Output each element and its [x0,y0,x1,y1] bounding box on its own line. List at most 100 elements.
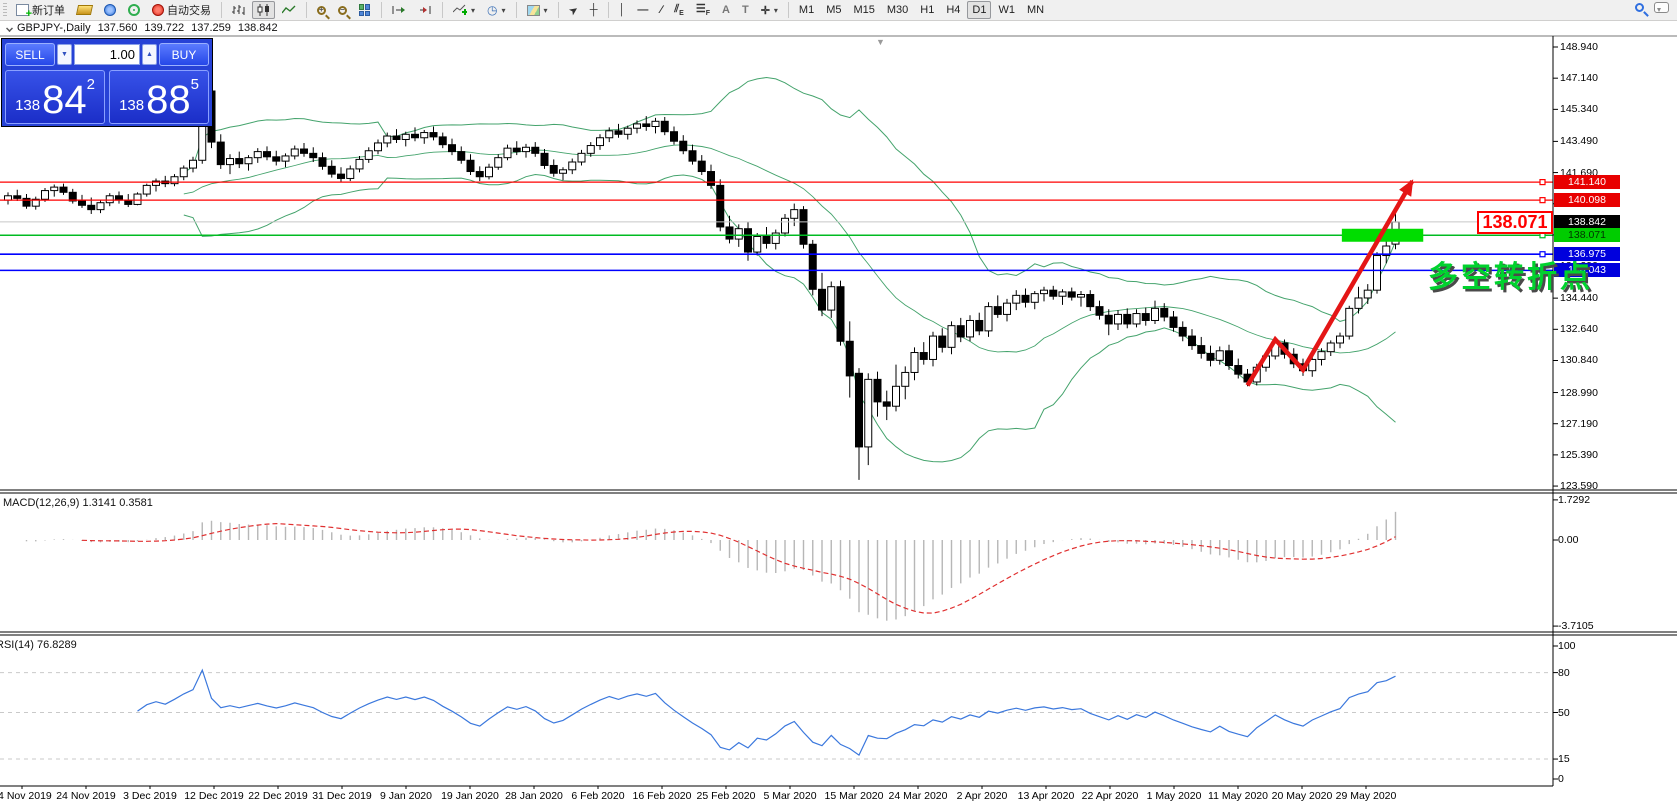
line-chart-button[interactable] [277,1,301,19]
periods-button[interactable]: ◷ ▾ [482,1,511,19]
toolbar-separator [558,2,559,18]
vertical-line-icon: │ [619,4,626,16]
add-indicator-button[interactable]: ▾ [448,1,480,19]
close-value: 138.842 [238,22,278,34]
rsi-scale-label: 0 [1558,773,1564,785]
macd-label: MACD(12,26,9) 1.3141 0.3581 [3,497,153,509]
timeframe-button-m15[interactable]: M15 [848,1,879,19]
text-label-icon: T [742,4,749,16]
toolbar-separator [516,2,517,18]
timeframe-button-h1[interactable]: H1 [915,1,939,19]
timeframe-button-m5[interactable]: M5 [821,1,846,19]
gold-icon [76,5,93,15]
new-order-label: 新订单 [32,2,65,18]
crosshair-button[interactable]: ┼ [585,1,603,19]
templates-button[interactable]: ▾ [522,1,553,19]
text-label-button[interactable]: T [737,1,754,19]
zoom-in-button[interactable]: + [312,1,331,19]
equidistant-channel-button[interactable]: ⫽E [669,1,689,19]
community-button[interactable] [99,1,121,19]
trendline-button[interactable]: ∕ [655,1,667,19]
timeframe-button-h4[interactable]: H4 [941,1,965,19]
signals-button[interactable] [123,1,145,19]
candlestick-chart-icon [257,4,270,16]
autotrading-icon [152,4,164,16]
price-tick-label: 128.990 [1560,387,1598,399]
crosshair-icon: ┼ [590,4,598,16]
symbol-period: GBPJPY-,Daily [17,22,91,34]
autotrading-button[interactable]: 自动交易 [147,1,216,19]
buy-price-display[interactable]: 138885 [109,70,209,124]
rsi-label: RSI(14) 76.8289 [0,639,77,651]
bar-chart-button[interactable] [227,1,250,19]
periods-icon: ◷ [487,4,497,16]
scroll-position-marker: ▼ [876,37,885,47]
price-tick-label: 123.590 [1560,480,1598,492]
toolbar-separator [381,2,382,18]
cursor-button[interactable]: ➤ [564,1,583,19]
price-tick-label: 147.140 [1560,72,1598,84]
new-order-icon [16,4,29,16]
rsi-scale-label: 100 [1558,640,1576,652]
timeframe-button-mn[interactable]: MN [1022,1,1049,19]
templates-icon [527,5,540,16]
sell-button[interactable]: SELL [5,43,55,66]
low-value: 137.259 [191,22,231,34]
sell-price-prefix: 138 [15,93,40,119]
chevron-down-icon: ▾ [544,6,548,15]
buy-button[interactable]: BUY [159,43,209,66]
price-annotation[interactable]: 138.071 [1477,211,1553,234]
chart-shift-icon [418,4,432,16]
main-toolbar: 新订单 自动交易 + − ▾ ◷ ▾ ▾ ➤ ┼ │ — [0,0,1677,21]
tile-windows-icon [359,4,371,16]
community-icon [104,4,116,16]
volume-down-button[interactable]: ▼ [57,44,72,65]
symbol-info-bar: GBPJPY-,Daily 137.560 139.722 137.259 13… [0,21,1677,35]
toolbar-grip [3,3,7,17]
timeframe-button-m30[interactable]: M30 [882,1,913,19]
zoom-out-button[interactable]: − [333,1,352,19]
open-value: 137.560 [98,22,138,34]
horizontal-line-icon: — [637,4,648,16]
date-axis-label: 29 May 2020 [1321,790,1411,802]
text-icon: A [722,4,730,16]
timeframe-group: M1M5M15M30H1H4D1W1MN [793,1,1050,19]
horizontal-line-button[interactable]: — [632,1,653,19]
chat-icon[interactable] [1654,2,1669,13]
price-tick-label: 130.840 [1560,354,1598,366]
search-icon[interactable] [1635,3,1644,12]
toolbar-separator [788,2,789,18]
price-tick-label: 127.190 [1560,418,1598,430]
price-badge-140.098: 140.098 [1554,193,1620,207]
vertical-line-button[interactable]: │ [614,1,631,19]
tile-windows-button[interactable] [354,1,376,19]
autotrading-label: 自动交易 [167,2,211,18]
fibonacci-button[interactable]: ☰F [691,1,715,19]
gold-button[interactable] [72,1,97,19]
volume-up-button[interactable]: ▲ [142,44,157,65]
buy-price-big: 88 [146,81,191,119]
arrows-button[interactable]: ✛ ▾ [756,1,783,19]
timeframe-button-d1[interactable]: D1 [967,1,991,19]
new-order-button[interactable]: 新订单 [11,1,70,19]
timeframe-button-m1[interactable]: M1 [794,1,819,19]
macd-scale-label: -3.7105 [1558,620,1594,632]
toolbar-separator [306,2,307,18]
trendline-icon: ∕ [660,4,662,16]
cursor-icon: ➤ [566,2,581,18]
volume-input[interactable] [74,44,140,65]
chart-bullet-icon [6,25,13,32]
chart-shift-button[interactable] [413,1,437,19]
toolbar-separator [221,2,222,18]
auto-scroll-icon [392,4,406,16]
buy-price-prefix: 138 [119,93,144,119]
add-indicator-icon [453,4,467,16]
arrows-icon: ✛ [761,4,770,17]
timeframe-button-w1[interactable]: W1 [993,1,1020,19]
text-button[interactable]: A [717,1,735,19]
auto-scroll-button[interactable] [387,1,411,19]
sell-price-display[interactable]: 138842 [5,70,105,124]
candlestick-chart-button[interactable] [252,1,275,19]
cjk-annotation[interactable]: 多空转折点 [1428,252,1593,296]
chevron-down-icon: ▾ [502,6,506,15]
